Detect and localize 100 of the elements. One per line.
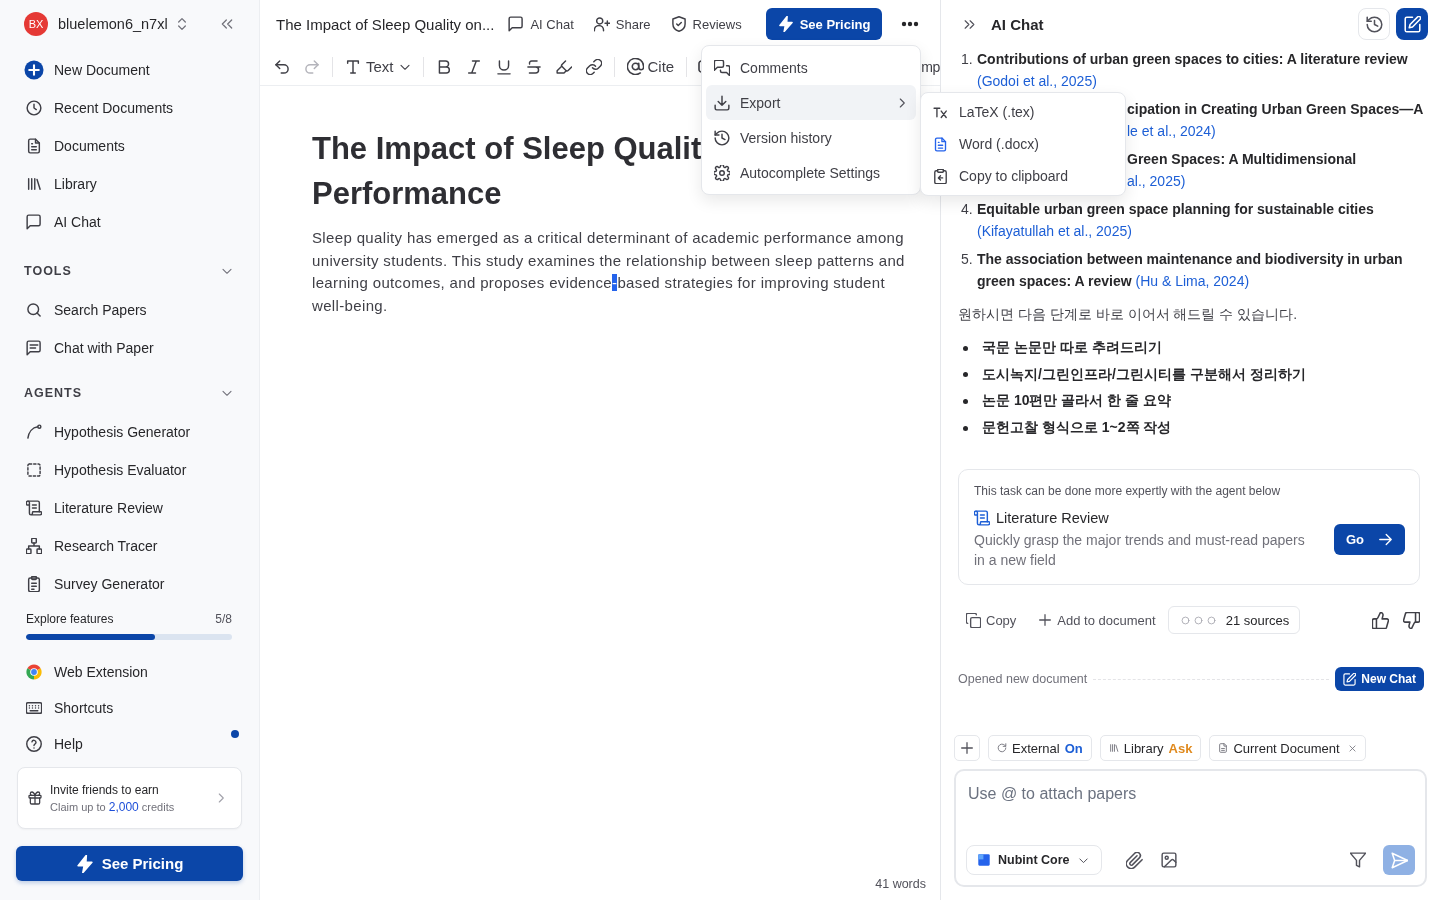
list-number: 1. xyxy=(960,50,974,69)
nav-item[interactable]: Recent Documents xyxy=(16,89,243,127)
strikethrough-icon xyxy=(525,58,542,75)
menu-item[interactable]: Version history xyxy=(706,120,916,155)
header-action-button[interactable]: Reviews xyxy=(666,8,746,40)
clock-icon xyxy=(26,100,42,116)
nav-item[interactable]: Shortcuts xyxy=(16,690,243,726)
arrow-right-icon xyxy=(1378,531,1393,547)
citation-link[interactable]: al., 2025) xyxy=(1127,170,1186,192)
text-style-icon xyxy=(345,58,361,75)
italic-icon xyxy=(465,58,482,75)
undo-icon xyxy=(274,58,290,75)
menu-item[interactable]: Copy to clipboard xyxy=(925,160,1121,192)
citation-link[interactable]: (Hu & Lima, 2024) xyxy=(1135,273,1250,289)
citation-link[interactable]: (Kifayatullah et al., 2025) xyxy=(977,223,1132,239)
menu-item[interactable]: LaTeX (.tex) xyxy=(925,96,1121,128)
nav-item[interactable]: Documents xyxy=(16,127,243,165)
new-chat-button[interactable] xyxy=(1396,8,1428,40)
lightning-icon xyxy=(777,16,794,32)
link-icon xyxy=(585,58,602,75)
suggestion-text: 문헌고찰 형식으로 1~2쪽 작성 xyxy=(982,419,1172,438)
bullet-icon xyxy=(963,425,968,431)
chat-bubble-icon xyxy=(26,214,42,230)
thumbs-up-icon xyxy=(1372,611,1389,629)
search-icon xyxy=(26,302,42,318)
progress-label: Explore features xyxy=(26,612,114,626)
chip-status: Ask xyxy=(1168,740,1193,756)
composer-box[interactable]: Use @ to attach papers Nubint Core xyxy=(954,769,1427,887)
bullet-icon xyxy=(963,399,968,404)
source-toggle-chip[interactable]: External On xyxy=(988,735,1092,761)
nav-item[interactable]: Help xyxy=(16,726,243,762)
header-action-button[interactable]: AI Chat xyxy=(504,8,578,40)
nav-item[interactable]: New Document xyxy=(16,51,243,89)
model-select[interactable]: Nubint Core xyxy=(966,845,1102,875)
nav-item[interactable]: Web Extension xyxy=(16,654,243,690)
chat-lines-icon xyxy=(26,340,42,356)
copy-button[interactable]: Copy xyxy=(966,612,1017,628)
menu-item[interactable]: Autocomplete Settings xyxy=(706,155,916,190)
citation-link[interactable]: (Godoi et al., 2025) xyxy=(977,73,1097,89)
filter-icon xyxy=(1350,852,1366,868)
chat-history-button[interactable] xyxy=(1358,8,1390,40)
document-name[interactable]: The Impact of Sleep Quality on... xyxy=(276,15,495,33)
bullet-icon xyxy=(963,372,968,378)
document-icon xyxy=(933,136,948,152)
chip-label: Library xyxy=(1123,740,1164,756)
agent-name: Literature Review xyxy=(996,510,1109,527)
agent-note: This task can be done more expertly with the agent below xyxy=(974,484,1282,499)
menu-item[interactable]: Comments xyxy=(706,50,916,85)
text-style-dropdown[interactable]: Text xyxy=(339,52,417,81)
suggestion-text: 국문 논문만 따로 추려드리기 xyxy=(982,339,1162,358)
paperclip-icon xyxy=(1126,851,1144,869)
citation-link[interactable]: le et al., 2024) xyxy=(1127,120,1216,142)
add-context-button[interactable] xyxy=(954,735,980,761)
remove-chip-button[interactable] xyxy=(1347,743,1357,753)
see-pricing-button[interactable]: See Pricing xyxy=(16,846,243,881)
message-input[interactable]: Use @ to attach papers xyxy=(966,771,1415,845)
nav-item[interactable]: Literature Review xyxy=(16,489,243,527)
chip-label: External xyxy=(1012,740,1060,756)
toolbar-label[interactable]: mp xyxy=(921,58,940,75)
suggestion-text: 논문 10편만 골라서 한 줄 요약 xyxy=(982,392,1172,411)
go-button[interactable]: Go xyxy=(1333,523,1405,555)
context-chip[interactable]: Current Document xyxy=(1209,735,1366,761)
nav-item[interactable]: Chat with Paper xyxy=(16,329,243,367)
panel-title: AI Chat xyxy=(991,15,1044,33)
nav-item[interactable]: Research Tracer xyxy=(16,527,243,565)
nav-item[interactable]: Hypothesis Evaluator xyxy=(16,451,243,489)
nav-item[interactable]: Survey Generator xyxy=(16,565,243,603)
dislike-button[interactable] xyxy=(1403,611,1420,629)
nav-item[interactable]: Hypothesis Generator xyxy=(16,413,243,451)
sources-button[interactable]: 21 sources xyxy=(1167,606,1301,635)
plus-icon xyxy=(960,741,974,755)
menu-item[interactable]: Word (.docx) xyxy=(925,128,1121,160)
see-pricing-button[interactable]: See Pricing xyxy=(765,8,883,40)
header-action-button[interactable]: Share xyxy=(589,8,655,40)
suggestion-text: 도시녹지/그린인프라/그린시티를 구분해서 정리하기 xyxy=(982,365,1306,384)
shield-check-icon xyxy=(670,16,687,32)
new-chat-button[interactable]: New Chat xyxy=(1335,667,1424,692)
event-text: Opened new document xyxy=(958,672,1088,687)
like-button[interactable] xyxy=(1372,611,1389,629)
invite-card[interactable]: Invite friends to earn Claim up to 2,000 credits xyxy=(17,767,242,829)
menu-item[interactable]: Export xyxy=(706,85,916,120)
add-to-document-button[interactable]: Add to document xyxy=(1038,612,1156,628)
reference-title: Contributions of urban green spaces to cities: A literature review (Godoi et al., 2025) xyxy=(977,50,1409,91)
document-icon xyxy=(26,138,42,154)
highlighter-icon xyxy=(555,58,572,75)
clipboard-icon xyxy=(933,168,948,184)
send-icon xyxy=(1390,851,1408,869)
bullet-icon xyxy=(963,345,968,351)
account-switcher[interactable]: bluelemon6_n7xl xyxy=(58,10,189,38)
books-icon xyxy=(26,176,42,192)
books-icon xyxy=(1108,743,1119,753)
nav-item[interactable]: AI Chat xyxy=(16,203,243,241)
source-toggle-chip[interactable]: Library Ask xyxy=(1099,735,1202,761)
nav-item[interactable]: Search Papers xyxy=(16,291,243,329)
cite-button[interactable]: Cite xyxy=(620,52,681,81)
invite-subtitle: Claim up to 2,000 credits xyxy=(50,799,176,814)
redo-icon xyxy=(304,58,320,75)
nav-item[interactable]: Library xyxy=(16,165,243,203)
curve-icon xyxy=(26,424,42,440)
agent-description: Quickly grasp the major trends and must-read papers in a new field xyxy=(974,531,1306,571)
